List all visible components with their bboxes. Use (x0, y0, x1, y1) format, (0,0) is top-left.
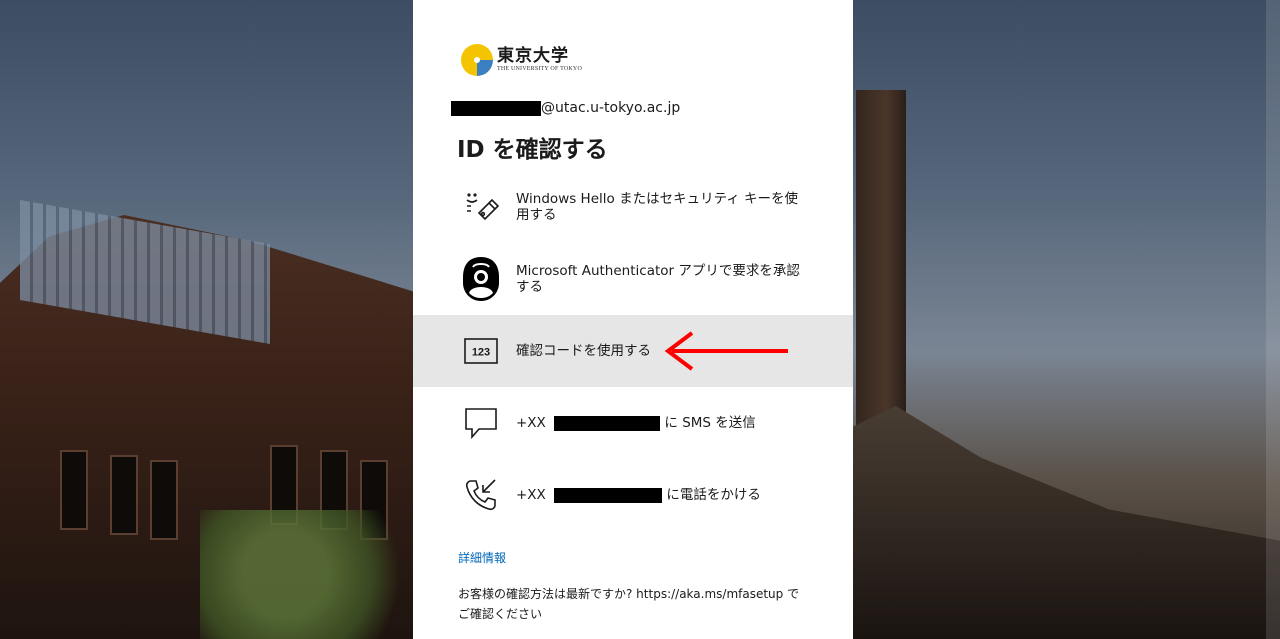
option-authenticator[interactable]: Microsoft Authenticator アプリで要求を承認する (413, 243, 853, 315)
phone-call-icon (459, 473, 503, 517)
option-suffix: に SMS を送信 (660, 415, 756, 431)
option-label: +XX に電話をかける (516, 487, 806, 503)
background-trees (200, 510, 413, 639)
phone-prefix: +XX (516, 487, 546, 503)
logo-name-jp: 東京大学 (497, 46, 569, 66)
redacted-phone-number (554, 487, 663, 503)
option-label: Microsoft Authenticator アプリで要求を承認する (516, 263, 800, 295)
sign-in-panel: 東京大学 THE UNIVERSITY OF TOKYO @utac.u-tok… (413, 0, 853, 639)
code-icon-text: 123 (472, 347, 490, 359)
account-identifier: @utac.u-tokyo.ac.jp (451, 98, 680, 118)
page-title: ID を確認する (457, 137, 608, 163)
security-key-icon (459, 185, 503, 229)
mfa-setup-notice: お客様の確認方法は最新ですか? https://aka.ms/mfasetup … (458, 587, 800, 621)
option-label: +XX に SMS を送信 (516, 415, 806, 431)
code-123-icon: 123 (459, 329, 503, 373)
account-email-domain: @utac.u-tokyo.ac.jp (541, 100, 681, 116)
ginkgo-leaf-icon (461, 44, 493, 76)
background-window (60, 450, 88, 530)
redacted-username (451, 100, 541, 116)
university-logo: 東京大学 THE UNIVERSITY OF TOKYO (460, 43, 582, 77)
phone-prefix: +XX (516, 415, 546, 431)
scrollbar-track[interactable] (1266, 0, 1280, 639)
logo-name-en: THE UNIVERSITY OF TOKYO (497, 66, 582, 72)
authenticator-icon (459, 257, 503, 301)
option-phone-call[interactable]: +XX に電話をかける (413, 459, 853, 531)
background-window (110, 455, 138, 535)
option-windows-hello[interactable]: Windows Hello またはセキュリティ キーを使用する (413, 171, 853, 243)
option-label: Windows Hello またはセキュリティ キーを使用する (516, 191, 799, 223)
background-window (150, 460, 178, 540)
option-sms[interactable]: +XX に SMS を送信 (413, 387, 853, 459)
redacted-phone-number (554, 415, 661, 431)
annotation-arrow-icon (664, 331, 788, 371)
sms-chat-icon (459, 401, 503, 445)
option-suffix: に電話をかける (662, 487, 761, 503)
more-info-link[interactable]: 詳細情報 (458, 549, 506, 566)
